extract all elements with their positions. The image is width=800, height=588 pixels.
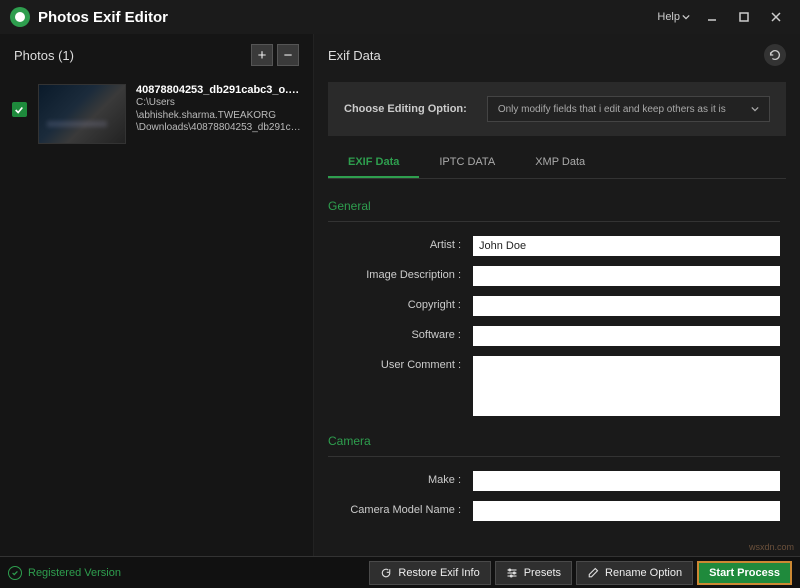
registered-icon xyxy=(8,566,22,580)
field-software: Software : xyxy=(328,326,780,346)
editing-option-dropdown[interactable]: Only modify fields that i edit and keep … xyxy=(487,96,770,122)
exif-panel: Exif Data Choose Editing Option: Only mo… xyxy=(314,34,800,556)
input-description[interactable] xyxy=(473,266,780,286)
field-user-comment: User Comment : xyxy=(328,356,780,416)
form-scroll[interactable]: General Artist : Image Description : Cop… xyxy=(314,179,800,556)
photo-path-3: \Downloads\40878804253_db291ca... xyxy=(136,122,303,133)
photo-path-1: C:\Users xyxy=(136,96,303,109)
input-user-comment[interactable] xyxy=(473,356,780,416)
photo-list-item[interactable]: 40878804253_db291cabc3_o.png C:\Users \a… xyxy=(0,76,313,152)
label-copyright: Copyright : xyxy=(328,296,473,311)
status-text: Registered Version xyxy=(28,567,121,579)
rename-label: Rename Option xyxy=(605,567,682,579)
field-model: Camera Model Name : xyxy=(328,501,780,521)
label-software: Software : xyxy=(328,326,473,341)
photo-checkbox[interactable] xyxy=(12,102,27,117)
editing-option-label: Choose Editing Option: xyxy=(344,103,467,115)
photos-sidebar: Photos (1) + − 40878804253_db291cabc3_o.… xyxy=(0,34,314,556)
chevron-down-icon xyxy=(682,13,690,21)
input-artist[interactable] xyxy=(473,236,780,256)
restore-icon xyxy=(380,567,392,579)
sidebar-header: Photos (1) + − xyxy=(0,34,313,76)
field-artist: Artist : xyxy=(328,236,780,256)
footer-bar: Registered Version Restore Exif Info Pre… xyxy=(0,556,800,588)
refresh-button[interactable] xyxy=(764,44,786,66)
photo-filename: 40878804253_db291cabc3_o.png xyxy=(136,84,303,96)
photos-count: Photos (1) xyxy=(14,48,74,63)
label-artist: Artist : xyxy=(328,236,473,251)
editing-option-value: Only modify fields that i edit and keep … xyxy=(498,104,726,115)
field-copyright: Copyright : xyxy=(328,296,780,316)
rename-option-button[interactable]: Rename Option xyxy=(576,561,693,585)
start-process-button[interactable]: Start Process xyxy=(697,561,792,585)
title-bar: Photos Exif Editor Help xyxy=(0,0,800,34)
label-description: Image Description : xyxy=(328,266,473,281)
chevron-down-icon xyxy=(751,105,759,113)
field-make: Make : xyxy=(328,471,780,491)
check-icon xyxy=(14,105,24,115)
watermark: wsxdn.com xyxy=(749,542,794,552)
input-software[interactable] xyxy=(473,326,780,346)
registration-status: Registered Version xyxy=(8,566,121,580)
presets-label: Presets xyxy=(524,567,561,579)
restore-label: Restore Exif Info xyxy=(398,567,479,579)
refresh-icon xyxy=(768,48,782,62)
input-model[interactable] xyxy=(473,501,780,521)
help-menu[interactable]: Help xyxy=(653,7,694,27)
group-camera-title: Camera xyxy=(328,434,780,457)
help-label: Help xyxy=(657,11,680,23)
title-right: Help xyxy=(653,3,790,31)
editing-option-row: Choose Editing Option: Only modify field… xyxy=(328,82,786,136)
footer-buttons: Restore Exif Info Presets Rename Option … xyxy=(369,561,792,585)
panel-title: Exif Data xyxy=(328,48,381,63)
title-left: Photos Exif Editor xyxy=(10,7,168,27)
presets-button[interactable]: Presets xyxy=(495,561,572,585)
label-user-comment: User Comment : xyxy=(328,356,473,371)
pencil-icon xyxy=(587,567,599,579)
app-title: Photos Exif Editor xyxy=(38,9,168,26)
label-model: Camera Model Name : xyxy=(328,501,473,516)
maximize-button[interactable] xyxy=(730,3,758,31)
group-general-title: General xyxy=(328,199,780,222)
photo-meta: 40878804253_db291cabc3_o.png C:\Users \a… xyxy=(136,84,303,133)
input-copyright[interactable] xyxy=(473,296,780,316)
photo-thumbnail xyxy=(38,84,126,144)
sliders-icon xyxy=(506,567,518,579)
app-logo-icon xyxy=(10,7,30,27)
tab-exif-data[interactable]: EXIF Data xyxy=(328,148,419,178)
add-remove-group: + − xyxy=(251,44,299,66)
minimize-button[interactable] xyxy=(698,3,726,31)
photo-path-2: \abhishek.sharma.TWEAKORG xyxy=(136,109,303,122)
tab-iptc-data[interactable]: IPTC DATA xyxy=(419,148,515,178)
tab-xmp-data[interactable]: XMP Data xyxy=(515,148,605,178)
add-photo-button[interactable]: + xyxy=(251,44,273,66)
close-button[interactable] xyxy=(762,3,790,31)
label-make: Make : xyxy=(328,471,473,486)
remove-photo-button[interactable]: − xyxy=(277,44,299,66)
main-header: Exif Data xyxy=(314,34,800,76)
tab-strip: EXIF Data IPTC DATA XMP Data xyxy=(328,148,786,179)
input-make[interactable] xyxy=(473,471,780,491)
field-description: Image Description : xyxy=(328,266,780,286)
restore-exif-button[interactable]: Restore Exif Info xyxy=(369,561,490,585)
start-label: Start Process xyxy=(709,567,780,579)
